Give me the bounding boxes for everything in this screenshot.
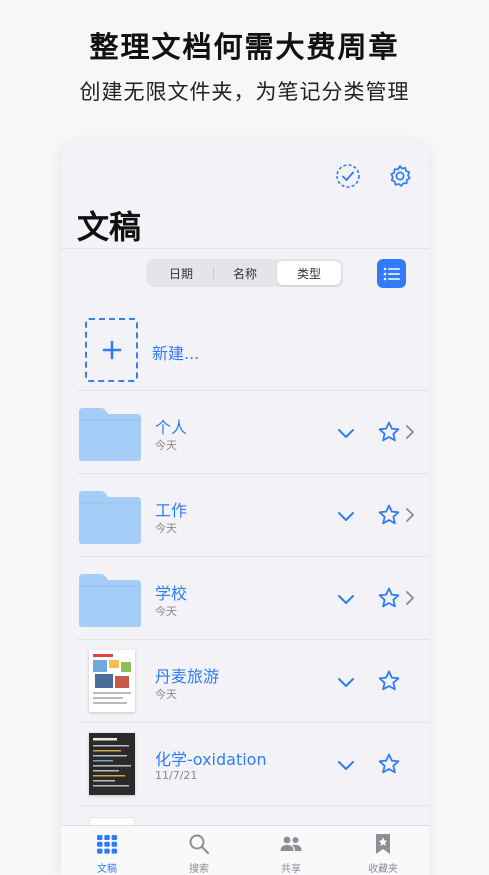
document-thumbnail [89,650,135,712]
travel-page-preview [89,650,135,712]
people-icon [280,836,302,851]
new-document-row[interactable]: 新建... [85,318,405,384]
list-item[interactable]: 个人 今天 [61,391,429,474]
star-icon[interactable] [377,420,401,444]
tab-search[interactable]: 搜索 [153,826,245,875]
promo-subtitle: 创建无限文件夹，为笔记分类管理 [79,80,410,104]
chevron-right-icon[interactable] [403,506,417,524]
item-date: 今天 [155,605,177,618]
sort-tab-date[interactable]: 日期 [149,261,213,285]
sort-tab-name[interactable]: 名称 [213,261,277,285]
list-item[interactable]: 丹麦旅游 今天 [61,640,429,723]
item-name: 个人 [155,418,188,437]
new-document-label: 新建... [152,344,200,363]
chevron-down-icon[interactable] [335,505,357,527]
star-icon[interactable] [377,669,401,693]
item-date: 今天 [155,439,177,452]
app-screen: 文稿 日期 名称 类型 新建... 个人 今天 工作 今天 学校 今天 丹麦旅游… [61,142,429,875]
plus-icon [102,340,121,360]
star-icon[interactable] [377,752,401,776]
item-date: 今天 [155,522,177,535]
page-title: 文稿 [77,208,142,246]
list-view-button[interactable] [377,259,406,288]
folder-icon [79,574,141,627]
chevron-down-icon[interactable] [335,754,357,776]
tab-documents[interactable]: 文稿 [61,826,153,875]
document-thumbnail [89,733,135,795]
list-item[interactable]: 工作 今天 [61,474,429,557]
sort-tab-type[interactable]: 类型 [277,261,341,285]
select-check-icon[interactable] [335,163,361,189]
tab-label: 搜索 [189,864,209,875]
chevron-down-icon[interactable] [335,422,357,444]
sort-segmented-control: 日期 名称 类型 [147,259,343,287]
chalkboard-page-preview [89,733,135,795]
title-divider [61,248,429,249]
bookmark-star-icon [376,834,390,854]
tab-label: 共享 [281,864,301,875]
chevron-down-icon[interactable] [335,588,357,610]
folder-icon [79,491,141,544]
item-name: 化学-oxidation [155,750,267,769]
item-name: 学校 [155,584,188,603]
star-icon[interactable] [377,503,401,527]
list-item[interactable]: 学校 今天 [61,557,429,640]
item-date: 今天 [155,688,177,701]
tab-label: 收藏夹 [368,864,398,875]
promo-title: 整理文档何需大费周章 [89,30,400,64]
gear-icon[interactable] [387,163,413,189]
grid-icon [97,835,118,854]
search-icon [189,834,210,855]
folder-icon [79,408,141,461]
item-name: 工作 [155,501,188,520]
star-icon[interactable] [377,586,401,610]
chevron-right-icon[interactable] [403,423,417,441]
tab-favorites[interactable]: 收藏夹 [337,826,429,875]
list-icon [383,267,400,280]
new-document-box[interactable] [85,318,138,382]
item-date: 11/7/21 [155,769,198,782]
list-divider [77,805,429,806]
tab-label: 文稿 [97,864,117,875]
item-name: 丹麦旅游 [155,667,220,686]
chevron-down-icon[interactable] [335,671,357,693]
chevron-right-icon[interactable] [403,589,417,607]
list-item[interactable]: 化学-oxidation 11/7/21 [61,723,429,806]
tab-bar: 文稿 搜索 共享 收藏夹 [61,825,429,875]
tab-shared[interactable]: 共享 [245,826,337,875]
